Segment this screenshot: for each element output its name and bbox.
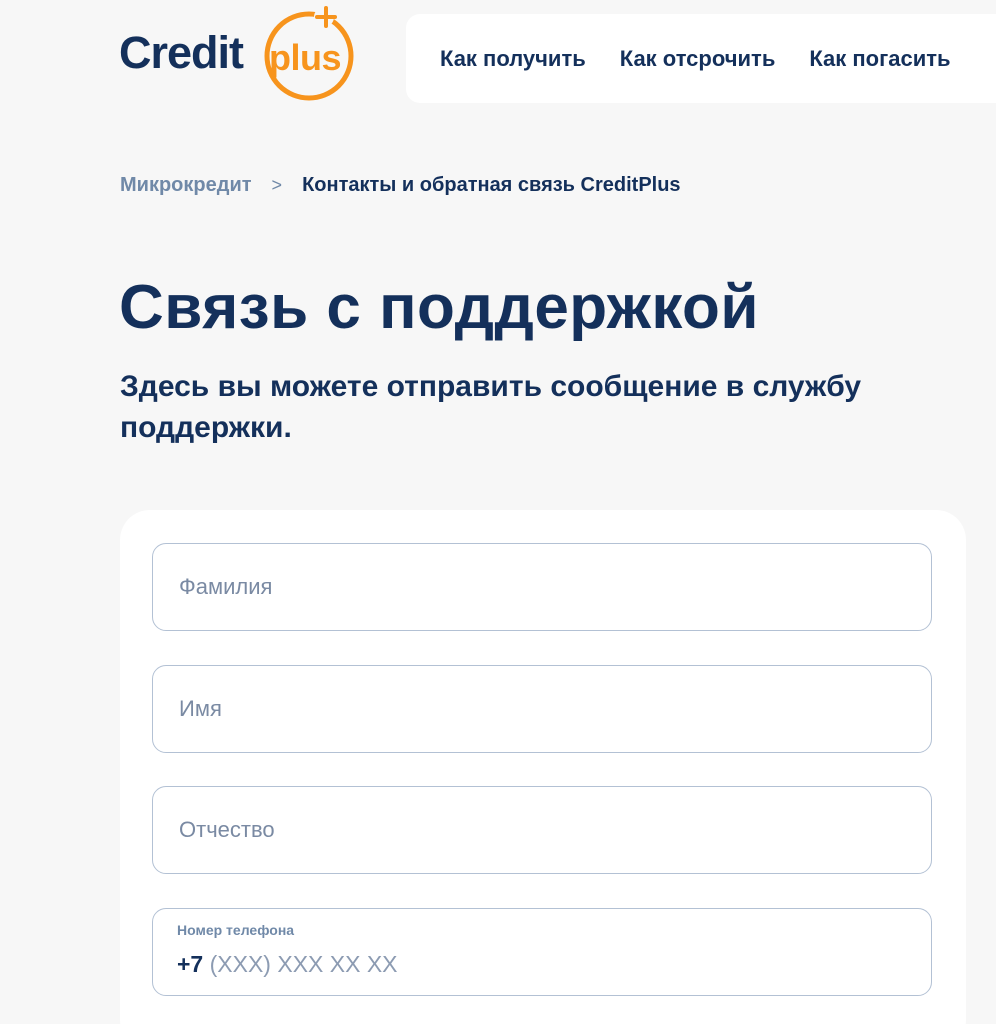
- phone-mask-placeholder: (XXX) XXX XX XX: [209, 951, 398, 977]
- phone-field-label: Номер телефона: [177, 922, 295, 938]
- top-nav: Как получить Как отсрочить Как погасить: [406, 14, 996, 103]
- nav-item-how-to-repay[interactable]: Как погасить: [809, 46, 950, 72]
- phone-input[interactable]: Номер телефона +7 (XXX) XXX XX XX: [152, 908, 932, 996]
- patronymic-field-box: [152, 786, 932, 874]
- chevron-right-icon: >: [271, 175, 283, 195]
- nav-item-how-to-get[interactable]: Как получить: [440, 46, 586, 72]
- page: Credit plus Как получить Как отсрочить К…: [0, 0, 996, 1024]
- name-field-box: [152, 665, 932, 753]
- phone-country-prefix: +7: [177, 951, 204, 977]
- breadcrumb-parent-link[interactable]: Микрокредит: [120, 174, 252, 197]
- phone-value: +7 (XXX) XXX XX XX: [177, 951, 398, 978]
- creditplus-logo[interactable]: Credit plus: [119, 6, 359, 106]
- name-input[interactable]: [153, 666, 931, 752]
- patronymic-input[interactable]: [153, 787, 931, 873]
- breadcrumb: Микрокредит > Контакты и обратная связь …: [120, 174, 681, 197]
- nav-item-how-to-defer[interactable]: Как отсрочить: [620, 46, 776, 72]
- breadcrumb-current: Контакты и обратная связь CreditPlus: [302, 174, 681, 196]
- page-subtitle: Здесь вы можете отправить сообщение в сл…: [120, 370, 862, 444]
- logo-word-plus: plus: [269, 37, 342, 78]
- surname-input[interactable]: [153, 544, 931, 630]
- support-form: Номер телефона +7 (XXX) XXX XX XX: [120, 510, 966, 1024]
- page-title: Связь с поддержкой: [119, 273, 760, 342]
- surname-field-box: [152, 543, 932, 631]
